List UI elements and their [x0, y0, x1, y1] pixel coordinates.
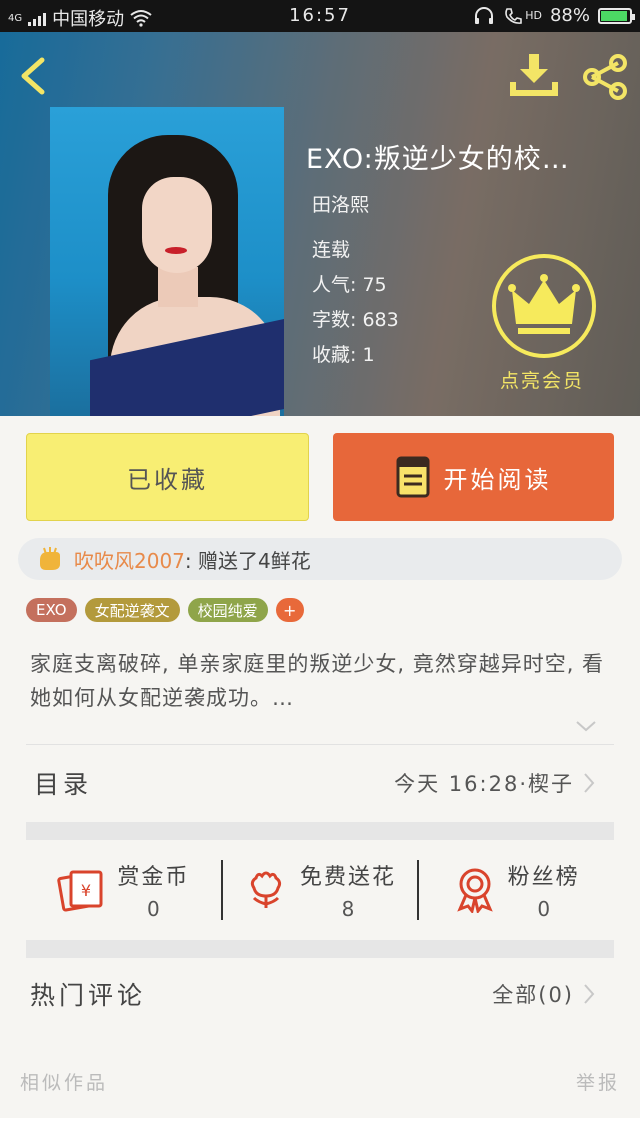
stat-label: 赏金币 — [117, 865, 190, 890]
favorited-label: 已收藏 — [127, 465, 208, 494]
stat-fan-ranking[interactable]: 粉丝榜 0 — [419, 859, 614, 921]
gift-notice[interactable]: 吹吹风2007 : 赠送了4鲜花 — [18, 538, 622, 580]
tag-chip[interactable]: EXO — [26, 598, 77, 622]
catalog-latest: 今天 16:28·楔子 — [394, 768, 596, 798]
back-arrow-icon[interactable] — [14, 54, 54, 98]
stat-count: 8 — [341, 897, 355, 921]
stat-label: 粉丝榜 — [507, 865, 580, 890]
tag-chip[interactable]: 校园纯爱 — [187, 598, 268, 622]
hot-comments-label: 热门评论 — [30, 981, 147, 1010]
book-word-count: 字数: 683 — [312, 309, 399, 331]
stat-label: 免费送花 — [300, 865, 397, 890]
bottom-strip — [0, 1118, 640, 1138]
all-comments-link[interactable]: 全部(0) — [492, 979, 596, 1009]
footer-links: 相似作品 举报 — [20, 1068, 620, 1095]
gift-text: : 赠送了4鲜花 — [184, 548, 311, 573]
svg-text:¥: ¥ — [81, 881, 91, 900]
book-cover-image[interactable] — [50, 107, 284, 416]
medal-icon — [456, 868, 493, 913]
stat-count: 0 — [146, 897, 160, 921]
battery-icon — [598, 7, 635, 24]
hand-icon — [40, 547, 60, 570]
hd-label: HD — [525, 9, 542, 22]
tag-list: EXO 女配逆袭文 校园纯爱 + — [26, 598, 304, 622]
add-tag-button[interactable]: + — [275, 598, 304, 622]
start-reading-button[interactable]: 开始阅读 — [333, 433, 614, 521]
book-status: 连载 — [312, 239, 351, 261]
book-title: EXO:叛逆少女的校… — [306, 144, 570, 175]
catalog-row[interactable]: 目录 今天 16:28·楔子 — [34, 763, 596, 803]
book-header: EXO:叛逆少女的校… 田洛熙 连载 人气: 75 字数: 683 收藏: 1 … — [0, 32, 640, 416]
start-reading-label: 开始阅读 — [443, 465, 552, 494]
favorited-button[interactable]: 已收藏 — [26, 433, 309, 521]
stat-reward-coins[interactable]: ¥ 赏金币 0 — [26, 859, 221, 921]
share-icon[interactable] — [580, 52, 630, 102]
download-icon[interactable] — [506, 52, 562, 100]
status-bar: 4G 中国移动 16:57 HD 88% — [0, 0, 640, 32]
flower-icon — [250, 871, 282, 908]
catalog-label: 目录 — [34, 770, 93, 799]
section-separator — [26, 940, 614, 958]
book-favorite-count: 收藏: 1 — [312, 344, 375, 366]
chevron-right-icon — [584, 773, 595, 793]
chevron-down-icon[interactable] — [574, 718, 598, 734]
stat-free-flowers[interactable]: 免费送花 8 — [223, 859, 418, 921]
chevron-right-icon — [584, 984, 595, 1004]
vip-label[interactable]: 点亮会员 — [500, 366, 584, 393]
book-popularity: 人气: 75 — [312, 274, 387, 296]
divider — [26, 744, 614, 745]
battery-percent: 88% — [549, 5, 590, 26]
report-link[interactable]: 举报 — [576, 1068, 620, 1095]
tag-chip[interactable]: 女配逆袭文 — [84, 598, 180, 622]
reward-coin-icon: ¥ — [57, 870, 103, 912]
hot-comments-row[interactable]: 热门评论 全部(0) — [30, 974, 596, 1014]
crown-icon — [508, 274, 580, 334]
book-description: 家庭支离破碎, 单亲家庭里的叛逆少女, 竟然穿越异时空, 看她如何从女配逆袭成功… — [30, 652, 605, 710]
similar-works-link[interactable]: 相似作品 — [20, 1068, 108, 1095]
catalog-latest-text: 今天 16:28·楔子 — [394, 772, 574, 796]
headphones-icon — [475, 6, 494, 24]
hd-call-icon — [505, 7, 523, 24]
stats-row: ¥ 赏金币 0 免费送花 8 粉丝榜 0 — [26, 840, 614, 940]
vip-badge[interactable] — [492, 254, 596, 358]
gift-user[interactable]: 吹吹风2007 — [74, 545, 185, 574]
book-icon — [396, 456, 429, 498]
book-author[interactable]: 田洛熙 — [312, 190, 369, 217]
status-right: HD 88% — [473, 5, 635, 26]
section-separator — [26, 822, 614, 840]
all-comments-label: 全部(0) — [492, 983, 574, 1007]
stat-count: 0 — [537, 897, 551, 921]
